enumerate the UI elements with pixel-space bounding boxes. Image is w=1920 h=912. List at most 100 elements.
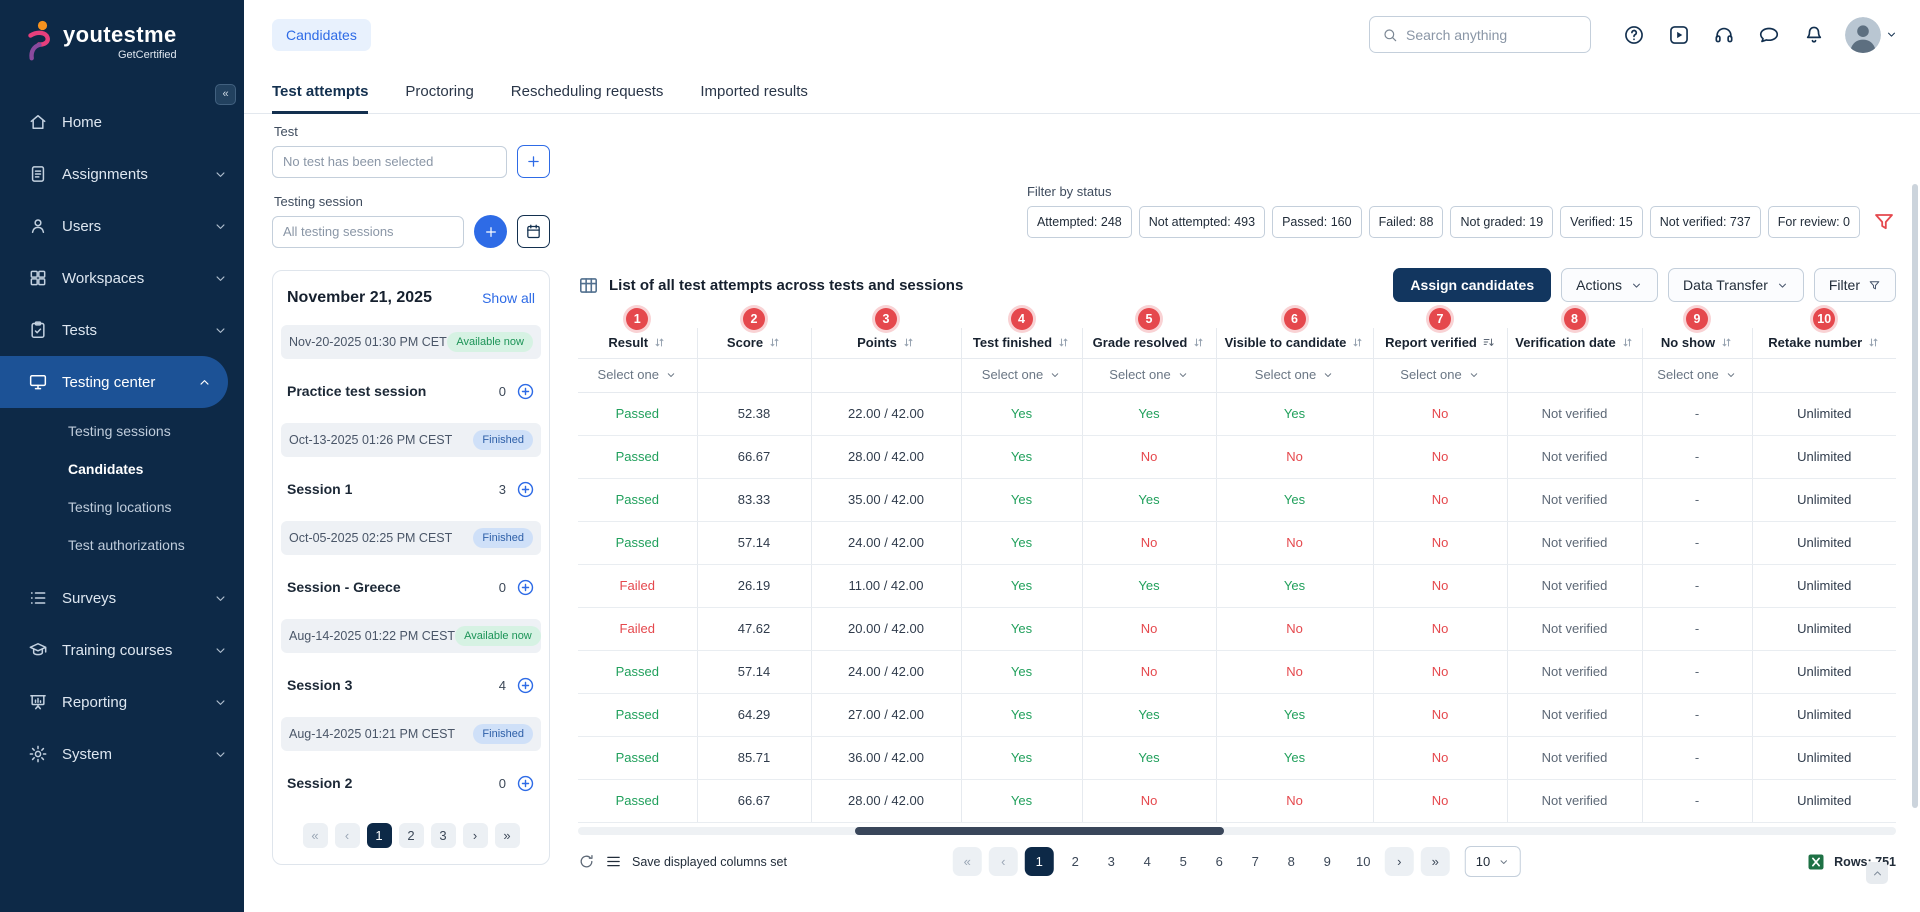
add-candidate-icon[interactable] [516, 578, 535, 597]
column-header-points[interactable]: 3Points [811, 328, 961, 358]
column-header-retake-number[interactable]: 10Retake number [1752, 328, 1896, 358]
table-page-button-5[interactable]: 5 [1169, 847, 1198, 876]
column-header-verification-date[interactable]: 8Verification date [1507, 328, 1642, 358]
table-row[interactable]: Failed47.6220.00 / 42.00YesNoNoNoNot ver… [578, 607, 1896, 650]
vertical-scrollbar[interactable] [1912, 184, 1918, 808]
page-button-3[interactable]: 3 [431, 823, 456, 848]
sidebar-item-training-courses[interactable]: Training courses [0, 624, 244, 676]
add-candidate-icon[interactable] [516, 774, 535, 793]
session-group-row[interactable]: Oct-05-2025 02:25 PM CESTFinished [281, 521, 541, 555]
column-filter-report-verified[interactable]: Select one [1373, 358, 1507, 392]
table-row[interactable]: Passed57.1424.00 / 42.00YesNoNoNoNot ver… [578, 650, 1896, 693]
table-page-button-1[interactable]: 1 [1025, 847, 1054, 876]
sidebar-subitem-testing-sessions[interactable]: Testing sessions [0, 412, 244, 450]
status-chip-not-attempted[interactable]: Not attempted: 493 [1139, 206, 1265, 238]
sidebar-item-testing-center[interactable]: Testing center [0, 356, 228, 408]
tutorial-button[interactable] [1661, 17, 1697, 53]
sidebar-item-surveys[interactable]: Surveys [0, 572, 244, 624]
session-group-row[interactable]: Oct-13-2025 01:26 PM CESTFinished [281, 423, 541, 457]
column-header-report-verified[interactable]: 7Report verified [1373, 328, 1507, 358]
column-filter-test-finished[interactable]: Select one [961, 358, 1082, 392]
table-page-button-6[interactable]: 6 [1205, 847, 1234, 876]
first-page-button[interactable]: « [303, 823, 328, 848]
status-chip-not-verified[interactable]: Not verified: 737 [1650, 206, 1761, 238]
horizontal-scrollbar[interactable] [578, 827, 1896, 835]
table-page-button-2[interactable]: 2 [1061, 847, 1090, 876]
sidebar-item-reporting[interactable]: Reporting [0, 676, 244, 728]
status-chip-for-review[interactable]: For review: 0 [1768, 206, 1860, 238]
scroll-top-button[interactable] [1866, 862, 1888, 884]
status-chip-passed[interactable]: Passed: 160 [1272, 206, 1362, 238]
notifications-button[interactable] [1796, 17, 1832, 53]
next-page-button[interactable]: › [463, 823, 488, 848]
column-header-no-show[interactable]: 9No show [1642, 328, 1752, 358]
status-chip-attempted[interactable]: Attempted: 248 [1027, 206, 1132, 238]
columns-icon[interactable] [605, 853, 622, 870]
tab-proctoring[interactable]: Proctoring [405, 69, 473, 113]
sidebar-item-home[interactable]: Home [0, 96, 244, 148]
tab-imported-results[interactable]: Imported results [700, 69, 808, 113]
column-header-grade-resolved[interactable]: 5Grade resolved [1082, 328, 1216, 358]
test-select-input[interactable] [272, 146, 507, 178]
add-candidate-icon[interactable] [516, 480, 535, 499]
table-first-page-button[interactable]: « [953, 847, 982, 876]
support-button[interactable] [1706, 17, 1742, 53]
column-header-score[interactable]: 2Score [697, 328, 811, 358]
sidebar-subitem-testing-locations[interactable]: Testing locations [0, 488, 244, 526]
session-group-row[interactable]: Aug-14-2025 01:21 PM CESTFinished [281, 717, 541, 751]
table-previous-page-button[interactable]: ‹ [989, 847, 1018, 876]
table-page-button-9[interactable]: 9 [1313, 847, 1342, 876]
tab-rescheduling-requests[interactable]: Rescheduling requests [511, 69, 664, 113]
session-row[interactable]: Session 20 [273, 757, 549, 809]
rows-per-page-select[interactable]: 10 [1465, 846, 1521, 877]
last-page-button[interactable]: » [495, 823, 520, 848]
column-filter-result[interactable]: Select one [578, 358, 697, 392]
filter-button[interactable]: Filter [1814, 268, 1896, 302]
user-menu[interactable] [1845, 17, 1898, 53]
session-calendar-button[interactable] [517, 215, 550, 248]
add-session-button[interactable] [474, 215, 507, 248]
table-row[interactable]: Passed83.3335.00 / 42.00YesYesYesNoNot v… [578, 478, 1896, 521]
breadcrumb[interactable]: Candidates [272, 19, 371, 51]
column-filter-no-show[interactable]: Select one [1642, 358, 1752, 392]
session-row[interactable]: Practice test session0 [273, 365, 549, 417]
horizontal-scrollbar-thumb[interactable] [855, 827, 1224, 835]
table-row[interactable]: Passed57.1424.00 / 42.00YesNoNoNoNot ver… [578, 521, 1896, 564]
add-candidate-icon[interactable] [516, 382, 535, 401]
table-page-button-3[interactable]: 3 [1097, 847, 1126, 876]
clear-status-filter-icon[interactable] [1872, 210, 1896, 234]
column-header-result[interactable]: 1Result [578, 328, 697, 358]
session-group-row[interactable]: Aug-14-2025 01:22 PM CESTAvailable now [281, 619, 541, 653]
column-filter-grade-resolved[interactable]: Select one [1082, 358, 1216, 392]
session-row[interactable]: Session 34 [273, 659, 549, 711]
sidebar-collapse-button[interactable]: « [215, 84, 236, 105]
table-row[interactable]: Passed52.3822.00 / 42.00YesYesYesNoNot v… [578, 392, 1896, 435]
session-row[interactable]: Session 13 [273, 463, 549, 515]
sidebar-item-tests[interactable]: Tests [0, 304, 244, 356]
table-page-button-8[interactable]: 8 [1277, 847, 1306, 876]
status-chip-failed[interactable]: Failed: 88 [1369, 206, 1444, 238]
session-row[interactable]: Session - Greece0 [273, 561, 549, 613]
messages-button[interactable] [1751, 17, 1787, 53]
table-page-button-4[interactable]: 4 [1133, 847, 1162, 876]
add-test-button[interactable] [517, 145, 550, 178]
sidebar-subitem-candidates[interactable]: Candidates [0, 450, 244, 488]
previous-page-button[interactable]: ‹ [335, 823, 360, 848]
table-last-page-button[interactable]: » [1421, 847, 1450, 876]
sidebar-item-users[interactable]: Users [0, 200, 244, 252]
column-filter-visible-to-candidate[interactable]: Select one [1216, 358, 1373, 392]
table-page-button-10[interactable]: 10 [1349, 847, 1378, 876]
search-input[interactable] [1406, 27, 1578, 43]
column-header-visible-to-candidate[interactable]: 6Visible to candidate [1216, 328, 1373, 358]
show-all-link[interactable]: Show all [482, 290, 535, 306]
page-button-1[interactable]: 1 [367, 823, 392, 848]
status-chip-verified[interactable]: Verified: 15 [1560, 206, 1643, 238]
session-group-row[interactable]: Nov-20-2025 01:30 PM CETAvailable now [281, 325, 541, 359]
table-row[interactable]: Passed64.2927.00 / 42.00YesYesYesNoNot v… [578, 693, 1896, 736]
tab-test-attempts[interactable]: Test attempts [272, 69, 368, 113]
column-header-test-finished[interactable]: 4Test finished [961, 328, 1082, 358]
table-row[interactable]: Passed66.6728.00 / 42.00YesNoNoNoNot ver… [578, 779, 1896, 822]
table-page-button-7[interactable]: 7 [1241, 847, 1270, 876]
sidebar-item-assignments[interactable]: Assignments [0, 148, 244, 200]
page-button-2[interactable]: 2 [399, 823, 424, 848]
